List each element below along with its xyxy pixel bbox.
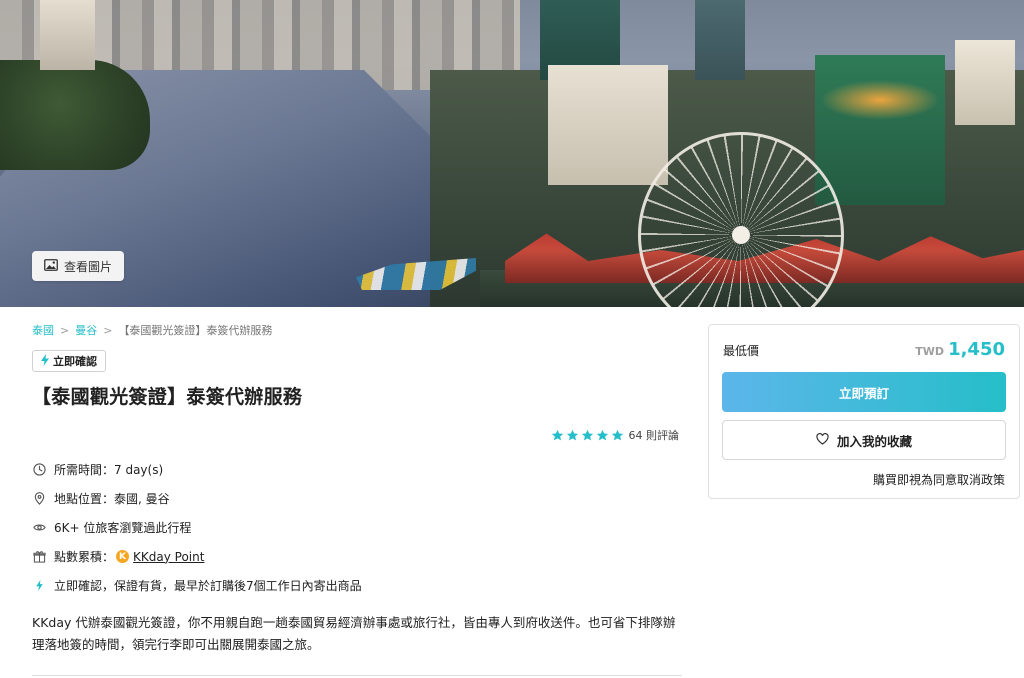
eye-icon: [32, 521, 46, 535]
hero-ferris-wheel-hub: [732, 226, 750, 244]
hero-building: [815, 55, 945, 205]
star-icon: [566, 429, 578, 440]
views-text: 6K+ 位旅客瀏覽過此行程: [54, 521, 192, 535]
rating-stars: [551, 429, 624, 442]
hero-building: [548, 65, 668, 185]
star-icon: [551, 429, 563, 440]
book-now-button[interactable]: 立即預訂: [722, 372, 1006, 412]
info-duration: 所需時間：7 day(s): [32, 455, 672, 484]
chevron-right-icon: >: [60, 323, 70, 337]
view-photos-button[interactable]: 查看圖片: [32, 251, 124, 281]
hero-building: [695, 0, 745, 80]
heart-icon: [816, 432, 829, 448]
gift-icon: [32, 550, 46, 564]
wishlist-label: 加入我的收藏: [836, 433, 912, 449]
breadcrumb: 泰國 > 曼谷 > 【泰國觀光簽證】泰簽代辦服務: [32, 322, 272, 338]
breadcrumb-item-country[interactable]: 泰國: [32, 322, 54, 338]
booking-card: 最低價 TWD 1,450 立即預訂 加入我的收藏 購買即視為同意取消政策: [708, 324, 1020, 499]
duration-text: 所需時間：7 day(s): [54, 463, 164, 477]
price-label: 最低價: [723, 344, 760, 358]
instant-confirm-badge: 立即確認: [32, 350, 106, 372]
breadcrumb-item-city[interactable]: 曼谷: [75, 322, 97, 338]
price-amount: 1,450: [948, 339, 1005, 360]
instant-confirm-label: 立即確認: [53, 355, 97, 368]
location-text: 地點位置：泰國, 曼谷: [54, 492, 170, 506]
hero-lights: [820, 80, 940, 120]
chevron-right-icon: >: [103, 323, 113, 337]
info-confirmation: 立即確認，保證有貨，最早於訂購後7個工作日內寄出商品: [32, 571, 672, 600]
info-points: 點數累積： K KKday Point: [32, 542, 672, 571]
confirmation-text: 立即確認，保證有貨，最早於訂購後7個工作日內寄出商品: [54, 579, 362, 593]
product-description: KKday 代辦泰國觀光簽證，你不用親自跑一趟泰國貿易經濟辦事處或旅行社，皆由專…: [32, 615, 676, 652]
rating-summary[interactable]: 64 則評論: [551, 427, 680, 443]
hero-building: [40, 0, 95, 70]
clock-icon: [32, 463, 46, 477]
info-views: 6K+ 位旅客瀏覽過此行程: [32, 513, 672, 542]
points-label: 點數累積：: [54, 550, 115, 564]
breadcrumb-item-current: 【泰國觀光簽證】泰簽代辦服務: [118, 324, 273, 337]
add-to-wishlist-button[interactable]: 加入我的收藏: [722, 420, 1006, 460]
star-icon: [596, 429, 608, 440]
star-icon: [581, 429, 593, 440]
hero-trees: [0, 60, 150, 170]
page-title: 【泰國觀光簽證】泰簽代辦服務: [32, 386, 303, 408]
kkday-point-coin-icon: K: [116, 550, 130, 563]
cancellation-policy-link[interactable]: 購買即視為同意取消政策: [873, 471, 1005, 488]
hero-banner-image[interactable]: [0, 0, 1024, 307]
image-icon: [44, 258, 58, 274]
price-row: 最低價 TWD 1,450: [723, 339, 1005, 360]
view-photos-label: 查看圖片: [63, 259, 112, 274]
star-icon: [611, 429, 623, 440]
section-divider: [32, 675, 682, 676]
price: TWD 1,450: [915, 339, 1005, 360]
price-currency: TWD: [915, 345, 945, 358]
hero-building: [955, 40, 1015, 125]
lightning-icon: [41, 353, 49, 369]
kkday-point-link[interactable]: KKday Point: [133, 550, 204, 564]
lightning-icon: [32, 579, 46, 593]
product-info-list: 所需時間：7 day(s) 地點位置：泰國, 曼谷 6K+ 位旅客瀏覽過此行程 …: [32, 455, 672, 600]
map-pin-icon: [32, 492, 46, 506]
info-location: 地點位置：泰國, 曼谷: [32, 484, 672, 513]
review-count[interactable]: 64 則評論: [629, 427, 680, 443]
